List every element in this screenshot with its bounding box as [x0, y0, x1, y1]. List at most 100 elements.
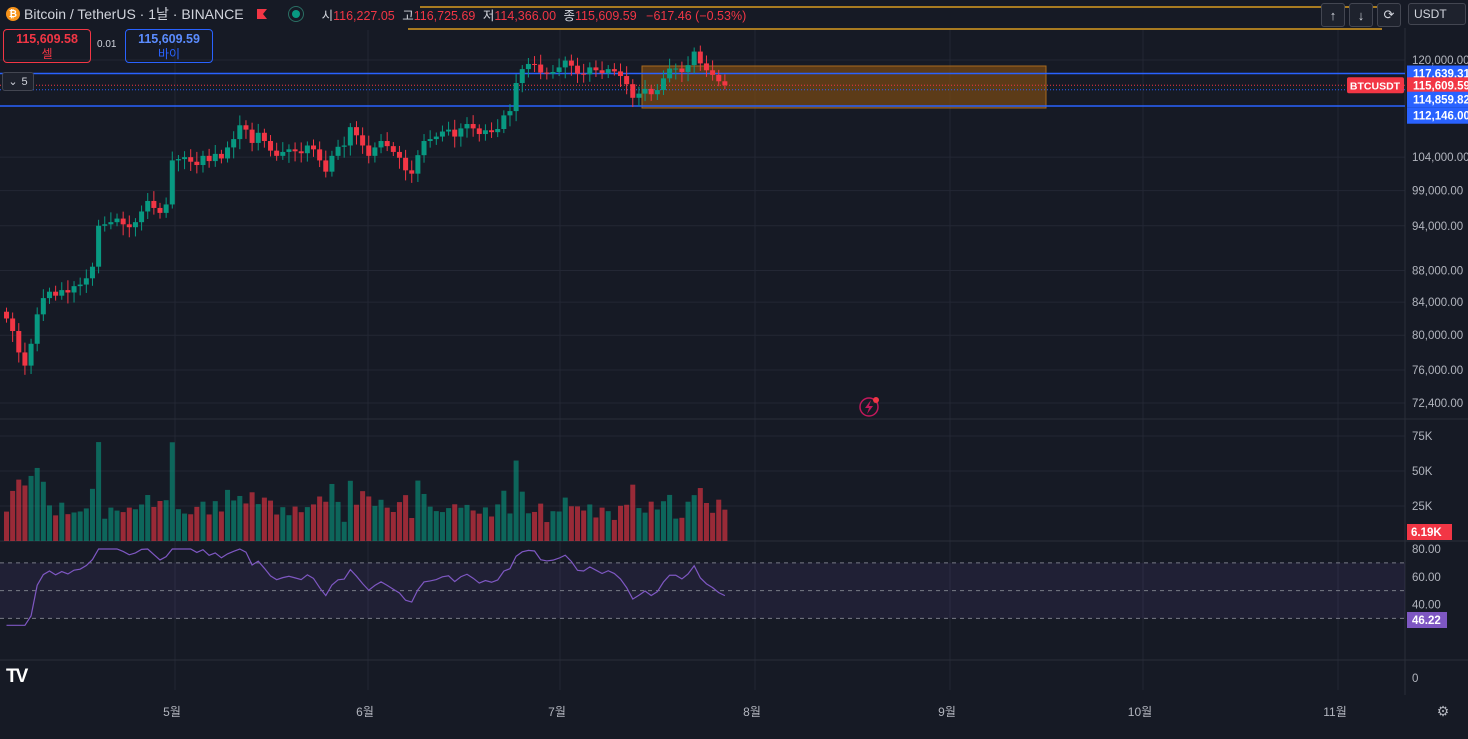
candle	[231, 139, 237, 148]
volume-bar	[427, 506, 433, 541]
volume-bar	[458, 507, 464, 541]
spread-value: 0.01	[97, 39, 117, 50]
volume-bar	[667, 494, 673, 541]
candle	[403, 157, 409, 171]
low-value: 114,366.00	[494, 8, 557, 23]
volume-bar	[378, 499, 384, 541]
volume-bar	[611, 519, 617, 541]
time-axis-label: 7월	[548, 705, 566, 719]
candle	[433, 136, 439, 140]
volume-bar	[581, 510, 587, 541]
volume-bar	[630, 484, 636, 541]
volume-bar	[102, 518, 108, 541]
candle	[630, 84, 636, 98]
candle	[353, 127, 359, 136]
candle	[83, 278, 89, 285]
rsi-axis-label: 0	[1412, 673, 1418, 685]
candle	[427, 139, 433, 142]
volume-bar	[77, 511, 83, 541]
candle	[126, 224, 132, 228]
market-status-icon[interactable]	[287, 6, 304, 22]
currency-select[interactable]: USDT	[1408, 3, 1466, 25]
candle	[648, 88, 654, 95]
close-label: 종	[563, 8, 576, 23]
candle	[200, 155, 206, 166]
volume-bar	[489, 516, 495, 541]
collapse-indicators-button[interactable]: ⌄ 5	[2, 72, 34, 91]
candle	[685, 65, 691, 72]
volume-bar	[360, 491, 366, 541]
volume-bar	[10, 490, 16, 541]
volume-bar	[4, 511, 9, 541]
symbol-title[interactable]: Bitcoin / TetherUS · 1날 · BINANCE	[24, 4, 244, 24]
volume-bar	[446, 508, 452, 541]
candle	[624, 76, 630, 85]
arrow-up-button[interactable]: ↑	[1321, 3, 1345, 27]
volume-bar	[538, 503, 544, 541]
volume-bar	[599, 507, 605, 541]
candle	[145, 200, 151, 212]
volume-bar	[304, 507, 310, 541]
volume-bar	[532, 511, 538, 541]
sell-button[interactable]: 115,609.58 셀	[3, 29, 91, 63]
volume-bar	[298, 512, 304, 541]
candle	[323, 160, 329, 172]
settings-gear-icon[interactable]: ⚙	[1435, 703, 1451, 719]
open-label: 시	[321, 8, 334, 23]
lightning-bolt-icon	[865, 400, 873, 414]
candle	[157, 207, 163, 213]
candle	[519, 69, 525, 84]
candle	[452, 129, 458, 137]
candle	[175, 159, 181, 161]
volume-bar	[157, 500, 163, 541]
volume-bar	[323, 501, 329, 541]
volume-bar	[16, 479, 22, 541]
volume-bar	[415, 480, 421, 541]
volume-bar	[65, 514, 71, 541]
sync-button[interactable]: ⟳	[1377, 3, 1401, 27]
volume-bar	[175, 509, 181, 541]
candle	[495, 129, 501, 133]
candle	[194, 161, 200, 166]
candle	[722, 81, 728, 86]
candle	[710, 70, 716, 75]
candle	[642, 88, 648, 94]
volume-bar	[46, 505, 52, 541]
candle	[280, 151, 286, 156]
volume-bar	[403, 495, 409, 541]
volume-current-tag: 6.19K	[1411, 527, 1442, 539]
volume-bar	[390, 511, 396, 541]
volume-bar	[286, 515, 292, 541]
chart-canvas[interactable]: 120,000.00 104,000.00 99,000.00 94,000.00 88…	[0, 0, 1468, 739]
rsi-current-tag: 46.22	[1412, 615, 1441, 627]
candle	[59, 290, 65, 296]
price-axis-label: 99,000.00	[1412, 186, 1463, 198]
volume-bar	[169, 442, 175, 541]
candle	[458, 128, 464, 137]
candle	[691, 51, 697, 66]
volume-bar	[562, 497, 568, 541]
ohlc-values: 시116,227.05 고116,725.69 저114,366.00 종115…	[318, 5, 747, 24]
volume-bar	[71, 512, 77, 541]
time-axis-label: 11월	[1323, 705, 1347, 719]
candle	[53, 291, 59, 296]
candle	[581, 73, 587, 75]
high-label: 고	[402, 8, 414, 23]
high-value: 116,725.69	[413, 8, 476, 23]
volume-bar	[22, 485, 28, 541]
price-axis-label: 88,000.00	[1412, 266, 1463, 278]
arrow-down-icon: ↓	[1357, 7, 1365, 23]
volume-bar	[237, 495, 243, 541]
candle	[139, 211, 145, 223]
volume-bar	[194, 506, 200, 541]
candle	[575, 65, 581, 74]
arrow-down-button[interactable]: ↓	[1349, 3, 1373, 27]
price-tag-lower: 114,859.82	[1413, 95, 1468, 107]
candle	[89, 266, 95, 279]
volume-bar	[722, 509, 728, 541]
candle	[532, 63, 538, 65]
buy-button[interactable]: 115,609.59 바이	[125, 29, 213, 63]
flag-icon[interactable]	[256, 8, 268, 20]
volume-bar	[132, 509, 138, 541]
volume-bar	[716, 499, 722, 541]
